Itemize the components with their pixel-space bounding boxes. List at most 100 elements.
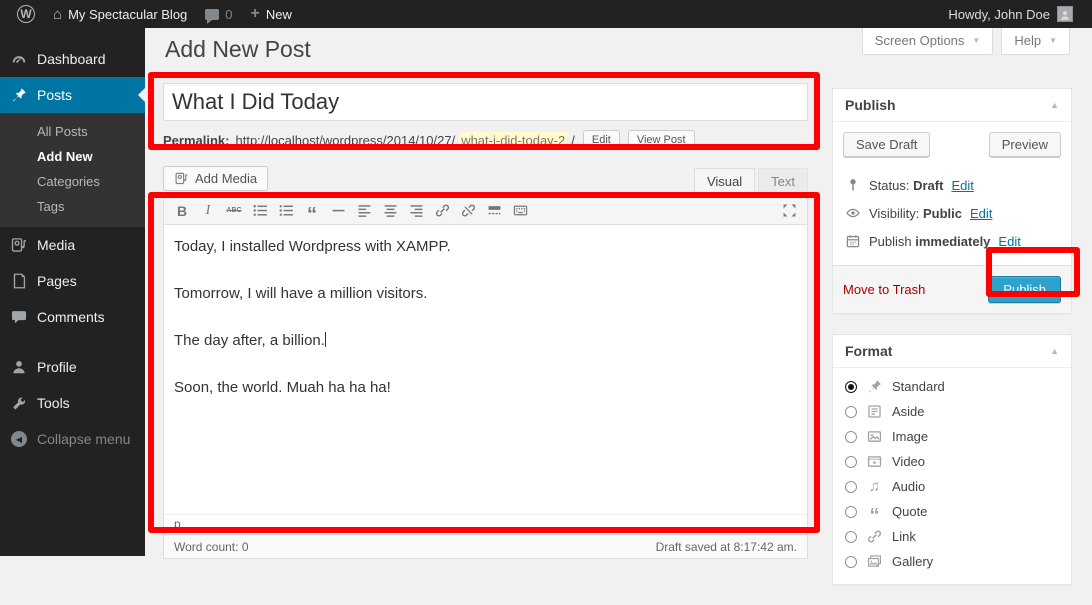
toolbar-toggle-button[interactable] [508, 200, 532, 222]
format-option-audio[interactable]: ♫ Audio [845, 474, 1059, 499]
permalink-slug[interactable]: what-i-did-today-2 [459, 132, 567, 149]
visibility-row: Visibility: Public Edit [843, 199, 1061, 227]
submenu-all-posts[interactable]: All Posts [0, 119, 145, 144]
collapse-panel-icon[interactable]: ▲ [1050, 100, 1059, 110]
strikethrough-button[interactable]: ABC [222, 200, 246, 222]
screen-options-button[interactable]: Screen Options ▼ [862, 28, 994, 55]
audio-note-icon: ♫ [866, 478, 883, 495]
radio-aside[interactable] [845, 406, 857, 418]
format-label: Audio [892, 479, 925, 494]
tab-visual[interactable]: Visual [694, 168, 755, 196]
format-option-gallery[interactable]: Gallery [845, 549, 1059, 574]
sidebar-item-media[interactable]: Media [0, 227, 145, 263]
collapse-menu-label: Collapse menu [37, 431, 130, 447]
italic-button[interactable]: I [196, 200, 220, 222]
post-status-row: Status: Draft Edit [843, 171, 1061, 199]
edit-schedule-link[interactable]: Edit [998, 234, 1020, 249]
help-button[interactable]: Help ▼ [1001, 28, 1070, 55]
permalink-row: Permalink: http://localhost/wordpress/20… [163, 129, 808, 151]
sidebar-item-posts[interactable]: Posts [0, 77, 145, 113]
aside-icon [866, 403, 883, 420]
radio-video[interactable] [845, 456, 857, 468]
horizontal-rule-button[interactable] [326, 200, 350, 222]
site-link[interactable]: ⌂ My Spectacular Blog [44, 0, 196, 28]
sidebar-item-label: Comments [37, 309, 105, 325]
format-label: Standard [892, 379, 945, 394]
remove-link-button[interactable] [456, 200, 480, 222]
collapse-menu-button[interactable]: ◀ Collapse menu [0, 421, 145, 457]
new-content-menu[interactable]: + New [242, 0, 301, 28]
numbered-list-button[interactable] [274, 200, 298, 222]
collapse-panel-icon[interactable]: ▲ [1050, 346, 1059, 356]
format-panel-header[interactable]: Format ▲ [833, 335, 1071, 368]
editor-content[interactable]: Today, I installed Wordpress with XAMPP.… [164, 225, 807, 514]
tab-text[interactable]: Text [758, 168, 808, 196]
media-icon [10, 236, 28, 254]
format-option-link[interactable]: Link [845, 524, 1059, 549]
bold-button[interactable]: B [170, 200, 194, 222]
publish-panel-header[interactable]: Publish ▲ [833, 89, 1071, 122]
content-area: Screen Options ▼ Help ▼ Add New Post Per… [145, 28, 1092, 556]
permalink-trailing-slash: / [571, 133, 575, 148]
bullet-list-button[interactable] [248, 200, 272, 222]
format-option-quote[interactable]: “ Quote [845, 499, 1059, 524]
radio-audio[interactable] [845, 481, 857, 493]
sidebar-item-comments[interactable]: Comments [0, 299, 145, 335]
calendar-icon [845, 233, 861, 249]
pushpin-icon [10, 86, 28, 104]
edit-visibility-link[interactable]: Edit [970, 206, 992, 221]
preview-button[interactable]: Preview [989, 132, 1061, 157]
fullscreen-button[interactable] [777, 200, 801, 222]
format-option-aside[interactable]: Aside [845, 399, 1059, 424]
collapse-icon: ◀ [10, 430, 28, 448]
editor-toolbar: B I ABC “ [164, 197, 807, 225]
format-option-image[interactable]: Image [845, 424, 1059, 449]
radio-gallery[interactable] [845, 556, 857, 568]
sidebar-item-label: Pages [37, 273, 77, 289]
editor-status-bar: Word count: 0 Draft saved at 8:17:42 am. [163, 535, 808, 559]
page-icon [10, 272, 28, 290]
blockquote-button[interactable]: “ [300, 200, 324, 222]
account-menu[interactable]: Howdy, John Doe [939, 0, 1082, 28]
status-pin-icon [845, 177, 861, 193]
publish-button[interactable]: Publish [988, 276, 1061, 303]
add-media-button[interactable]: Add Media [163, 166, 268, 191]
view-post-button[interactable]: View Post [628, 130, 695, 150]
submenu-tags[interactable]: Tags [0, 194, 145, 219]
wordpress-menu[interactable]: W [8, 0, 44, 28]
save-draft-button[interactable]: Save Draft [843, 132, 930, 157]
screen-options-label: Screen Options [875, 33, 965, 48]
move-to-trash-link[interactable]: Move to Trash [843, 282, 925, 297]
post-title-input[interactable] [163, 83, 808, 121]
edit-status-link[interactable]: Edit [951, 178, 973, 193]
page-title: Add New Post [165, 36, 311, 63]
comment-bubble-icon [205, 9, 219, 20]
radio-quote[interactable] [845, 506, 857, 518]
align-center-button[interactable] [378, 200, 402, 222]
visual-editor: B I ABC “ [163, 196, 808, 535]
comments-shortcut[interactable]: 0 [196, 0, 241, 28]
format-option-video[interactable]: Video [845, 449, 1059, 474]
plus-icon: + [251, 5, 260, 23]
align-right-button[interactable] [404, 200, 428, 222]
edit-permalink-button[interactable]: Edit [583, 130, 620, 150]
sidebar-item-pages[interactable]: Pages [0, 263, 145, 299]
insert-link-button[interactable] [430, 200, 454, 222]
wordpress-logo-icon: W [17, 5, 35, 23]
radio-standard[interactable] [845, 381, 857, 393]
radio-image[interactable] [845, 431, 857, 443]
quote-icon: “ [866, 503, 883, 520]
sidebar-separator [0, 335, 145, 349]
radio-link[interactable] [845, 531, 857, 543]
submenu-categories[interactable]: Categories [0, 169, 145, 194]
sidebar-item-dashboard[interactable]: Dashboard [0, 41, 145, 77]
wrench-icon [10, 394, 28, 412]
format-label: Aside [892, 404, 925, 419]
format-option-standard[interactable]: Standard [845, 374, 1059, 399]
publish-panel: Publish ▲ Save Draft Preview Status: Dra… [832, 88, 1072, 314]
sidebar-item-profile[interactable]: Profile [0, 349, 145, 385]
align-left-button[interactable] [352, 200, 376, 222]
submenu-add-new[interactable]: Add New [0, 144, 145, 169]
more-tag-button[interactable] [482, 200, 506, 222]
sidebar-item-tools[interactable]: Tools [0, 385, 145, 421]
